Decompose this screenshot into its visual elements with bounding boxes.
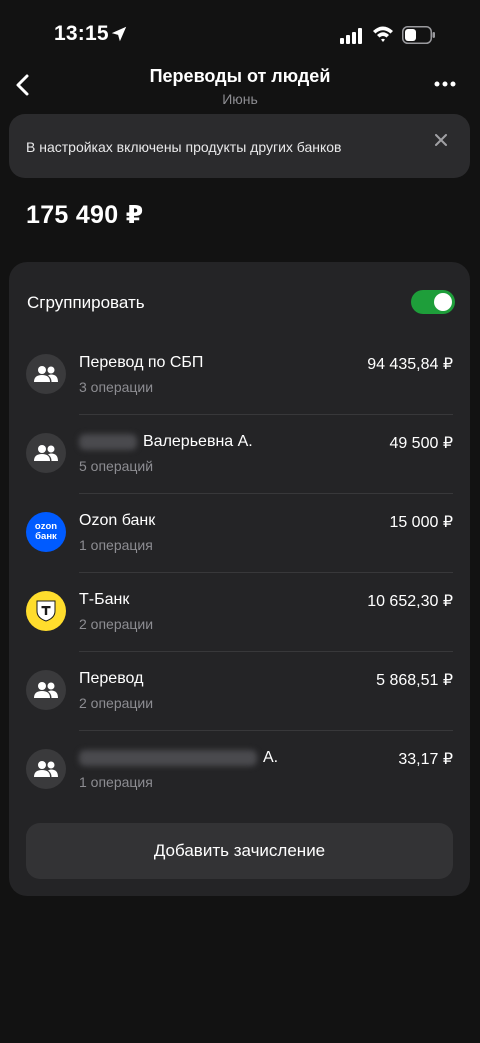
transfer-title: А. [263,749,279,766]
navigation-bar: Переводы от людей Июнь [0,60,480,120]
redacted-name [79,433,137,450]
transfer-title: Ozon банк [79,512,156,529]
list-item[interactable]: Перевод 2 операции 5 868,51 ₽ [9,652,470,731]
transfer-amount: 10 652,30 ₽ [367,593,453,610]
add-income-button[interactable]: Добавить зачисление [26,823,453,879]
redacted-name [79,749,257,766]
total-amount: 175 490 ₽ [26,201,144,229]
transfer-amount: 5 868,51 ₽ [376,672,453,689]
transfer-title-row: А. [79,749,278,767]
more-dots-icon [434,81,456,87]
transfer-amount: 15 000 ₽ [389,514,453,531]
list-item[interactable]: ozon банк Ozon банк 1 операция 15 000 ₽ [9,494,470,573]
tbank-shield-icon [36,600,56,622]
transfer-operations-count: 3 операции [79,379,154,395]
location-arrow-icon [111,26,127,42]
transfers-card: Сгруппировать Перевод по СБП 3 операции … [9,262,470,896]
page-subtitle-month: Июнь [222,91,258,107]
transfer-title: Валерьевна А. [143,433,253,450]
transfer-amount: 94 435,84 ₽ [367,356,453,373]
transfers-list: Перевод по СБП 3 операции 94 435,84 ₽ Ва… [9,336,470,810]
group-toggle-switch[interactable] [411,290,455,314]
screen: 13:15 Переводы от людей Июнь В настройка… [0,0,480,1043]
transfer-title: Перевод по СБП [79,354,204,371]
list-item[interactable]: Валерьевна А. 5 операций 49 500 ₽ [9,415,470,494]
transfer-amount: 33,17 ₽ [398,751,453,768]
page-title: Переводы от людей [149,66,331,86]
list-item[interactable]: Т-Банк 2 операции 10 652,30 ₽ [9,573,470,652]
transfer-title-row: Валерьевна А. [79,433,253,451]
banner-text: В настройках включены продукты других ба… [26,139,342,155]
transfer-operations-count: 1 операция [79,774,153,790]
battery-icon [402,26,435,44]
people-icon [26,354,66,394]
transfer-amount: 49 500 ₽ [389,435,453,452]
ozon-logo-line-2: банк [35,531,57,542]
close-icon [435,134,447,146]
ozon-bank-logo: ozon банк [26,512,66,552]
add-income-label: Добавить зачисление [153,841,326,860]
tbank-logo [26,591,66,631]
people-icon [26,749,66,789]
people-icon [26,433,66,473]
wifi-icon [373,26,393,42]
transfer-operations-count: 2 операции [79,616,154,632]
transfer-operations-count: 5 операций [79,458,154,474]
status-time: 13:15 [54,22,109,45]
people-icon [26,670,66,710]
cellular-signal-icon [340,28,362,44]
toggle-knob [434,293,452,311]
transfer-operations-count: 2 операции [79,695,154,711]
banner-close-button[interactable] [429,128,453,152]
transfer-operations-count: 1 операция [79,537,153,553]
group-toggle-label: Сгруппировать [27,293,145,312]
info-banner[interactable]: В настройках включены продукты других ба… [9,114,470,178]
more-options-button[interactable] [428,72,462,96]
list-item[interactable]: Перевод по СБП 3 операции 94 435,84 ₽ [9,336,470,415]
transfer-title: Перевод [79,670,144,687]
list-item[interactable]: А. 1 операция 33,17 ₽ [9,731,470,810]
transfer-title: Т-Банк [79,591,130,608]
